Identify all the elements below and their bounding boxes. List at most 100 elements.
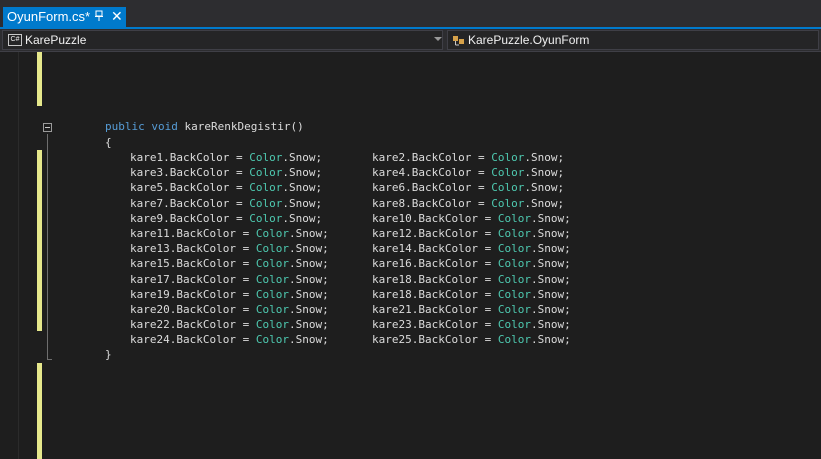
type-name: Color (255, 227, 289, 241)
editor-margin (18, 52, 19, 459)
code-line: kare14.BackColor = Color.Snow; (372, 241, 571, 256)
variable-name: kare24 (130, 333, 170, 347)
type-name: Color (497, 303, 531, 317)
type-name: Color (491, 181, 525, 195)
code-line: kare11.BackColor = Color.Snow; (130, 226, 329, 241)
property-value: .Snow; (530, 333, 571, 347)
code-line: kare15.BackColor = Color.Snow; (130, 256, 329, 271)
variable-name: kare18 (372, 272, 412, 286)
code-line: kare18.BackColor = Color.Snow; (372, 272, 571, 287)
property-value: .Snow; (530, 211, 571, 225)
variable-name: kare17 (130, 272, 170, 286)
code-line: kare3.BackColor = Color.Snow; (130, 165, 329, 180)
type-name: Color (497, 242, 531, 256)
type-name: Color (255, 333, 289, 347)
code-line: kare21.BackColor = Color.Snow; (372, 302, 571, 317)
variable-name: kare13 (130, 242, 170, 256)
type-name: Color (249, 166, 283, 180)
type-name: Color (497, 287, 531, 301)
close-icon[interactable]: ✕ (111, 8, 123, 24)
code-line: kare16.BackColor = Color.Snow; (372, 256, 571, 271)
type-name: Color (249, 181, 283, 195)
fold-guide-line (47, 134, 48, 359)
change-indicator (37, 52, 42, 106)
code-line: kare13.BackColor = Color.Snow; (130, 241, 329, 256)
code-line: kare24.BackColor = Color.Snow; (130, 332, 329, 347)
variable-name: kare22 (130, 318, 170, 332)
property-value: .Snow; (288, 333, 329, 347)
variable-name: kare5 (130, 181, 164, 195)
type-name: Color (491, 196, 525, 210)
document-tab-bar: OyunForm.cs* ✕ (0, 0, 821, 29)
property-assignment: .BackColor = (411, 287, 498, 301)
property-value: .Snow; (524, 151, 565, 164)
code-line: kare1.BackColor = Color.Snow; (130, 150, 329, 165)
property-assignment: .BackColor = (411, 318, 498, 332)
code-line: kare4.BackColor = Color.Snow; (372, 165, 571, 180)
property-value: .Snow; (288, 318, 329, 332)
type-name: Color (497, 272, 531, 286)
property-assignment: .BackColor = (169, 257, 256, 271)
variable-name: kare10 (372, 211, 412, 225)
type-name: Color (255, 318, 289, 332)
chevron-down-icon[interactable] (434, 37, 442, 41)
variable-name: kare11 (130, 227, 170, 241)
project-name: KarePuzzle (25, 33, 87, 47)
property-value: .Snow; (524, 196, 565, 210)
property-assignment: .BackColor = (169, 333, 256, 347)
code-column-right: kare2.BackColor = Color.Snow; kare4.BackC… (372, 150, 571, 348)
project-dropdown[interactable]: C# KarePuzzle (2, 30, 443, 50)
method-declaration: public void kareRenkDegistir() (105, 119, 304, 134)
property-value: .Snow; (530, 318, 571, 332)
property-assignment: .BackColor = (169, 287, 256, 301)
variable-name: kare7 (130, 196, 164, 210)
type-name: Color (497, 318, 531, 332)
variable-name: kare4 (372, 166, 406, 180)
variable-name: kare3 (130, 166, 164, 180)
pin-icon[interactable] (94, 10, 104, 22)
property-assignment: .BackColor = (169, 242, 256, 256)
code-line: kare10.BackColor = Color.Snow; (372, 211, 571, 226)
property-assignment: .BackColor = (411, 242, 498, 256)
change-indicator (37, 150, 42, 331)
property-assignment: .BackColor = (411, 303, 498, 317)
property-assignment: .BackColor = (411, 333, 498, 347)
property-assignment: .BackColor = (411, 272, 498, 286)
property-value: .Snow; (288, 242, 329, 256)
variable-name: kare19 (130, 287, 170, 301)
property-value: .Snow; (530, 257, 571, 271)
property-value: .Snow; (530, 287, 571, 301)
property-assignment: .BackColor = (405, 181, 492, 195)
class-icon (453, 36, 464, 46)
property-assignment: .BackColor = (163, 181, 250, 195)
property-value: .Snow; (288, 227, 329, 241)
property-value: .Snow; (288, 257, 329, 271)
property-assignment: .BackColor = (405, 151, 492, 164)
collapse-toggle-icon[interactable] (43, 123, 52, 132)
property-assignment: .BackColor = (411, 227, 498, 241)
property-value: .Snow; (282, 211, 323, 225)
code-line: kare2.BackColor = Color.Snow; (372, 150, 571, 165)
code-line: kare9.BackColor = Color.Snow; (130, 211, 329, 226)
code-line: kare6.BackColor = Color.Snow; (372, 180, 571, 195)
method-name: kareRenkDegistir() (184, 120, 304, 133)
variable-name: kare21 (372, 303, 412, 317)
code-line: kare17.BackColor = Color.Snow; (130, 272, 329, 287)
property-assignment: .BackColor = (411, 257, 498, 271)
class-dropdown[interactable]: KarePuzzle.OyunForm (447, 30, 819, 50)
type-name: Color (255, 257, 289, 271)
type-name: Color (255, 303, 289, 317)
type-name: Color (491, 166, 525, 180)
type-name: Color (491, 151, 525, 164)
tab-oyunform[interactable]: OyunForm.cs* ✕ (3, 7, 126, 27)
property-assignment: .BackColor = (163, 166, 250, 180)
code-line: kare5.BackColor = Color.Snow; (130, 180, 329, 195)
variable-name: kare14 (372, 242, 412, 256)
open-brace: { (105, 136, 112, 149)
navigation-bar: C# KarePuzzle KarePuzzle.OyunForm (0, 29, 821, 52)
property-assignment: .BackColor = (169, 318, 256, 332)
variable-name: kare8 (372, 196, 406, 210)
property-value: .Snow; (530, 242, 571, 256)
type-name: Color (255, 272, 289, 286)
code-column-left: kare1.BackColor = Color.Snow; kare3.BackC… (130, 150, 329, 348)
